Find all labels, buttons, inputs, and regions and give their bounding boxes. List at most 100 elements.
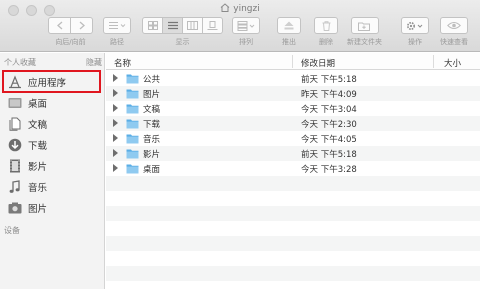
favorites-heading: 个人收藏 [4,58,36,67]
gear-icon [406,21,423,30]
action-label: 操作 [408,38,422,46]
disclosure-triangle-icon[interactable] [113,149,118,157]
file-modified-date: 前天 下午5:18 [301,150,357,160]
eject-icon [284,21,294,30]
modified-column-header[interactable]: 修改日期 [301,57,335,69]
file-name: 文稿 [143,105,161,115]
folder-icon [126,88,139,102]
applications-icon [8,75,22,89]
pictures-icon [8,201,22,215]
file-modified-date: 昨天 下午4:09 [301,90,357,100]
column-divider[interactable] [433,55,434,68]
folder-icon [126,163,139,177]
disclosure-triangle-icon[interactable] [113,119,118,127]
quicklook-label: 快速查看 [440,38,468,46]
file-name: 桌面 [143,165,161,175]
eject-group: 推出 [277,17,301,47]
file-name: 音乐 [143,135,161,145]
action-button[interactable] [401,17,429,34]
name-column-header[interactable]: 名称 [114,57,131,69]
sidebar-item-label: 应用程序 [28,78,67,89]
sidebar-item-label: 桌面 [28,99,48,110]
eject-label: 推出 [282,38,296,46]
table-row[interactable]: 下载 今天 下午2:30 [106,116,480,131]
file-name: 影片 [143,150,161,160]
list-view-button[interactable] [162,17,183,34]
folder-icon [126,118,139,132]
sidebar-item-music[interactable]: 音乐 [8,178,47,196]
desktop-icon [8,96,22,110]
list-icon [167,21,178,30]
folder-icon [126,73,139,87]
action-group: 操作 [401,17,429,47]
delete-group: 删除 [314,17,338,47]
file-modified-date: 今天 下午4:05 [301,135,357,145]
table-row[interactable]: 图片 昨天 下午4:09 [106,86,480,101]
file-modified-date: 今天 下午3:04 [301,105,357,115]
downloads-icon [8,138,22,152]
file-modified-date: 前天 下午5:18 [301,75,357,85]
new-folder-group: 新建文件夹 [347,17,382,47]
window-title: yingzi [0,3,480,15]
sidebar-item-label: 音乐 [28,183,48,194]
back-button[interactable] [48,17,71,34]
cover-flow-button[interactable] [202,17,223,34]
file-name: 图片 [143,90,161,100]
quicklook-button[interactable] [440,17,468,34]
delete-label: 删除 [319,38,333,46]
folder-icon [126,103,139,117]
forward-button[interactable] [70,17,93,34]
path-button[interactable] [103,17,131,34]
disclosure-triangle-icon[interactable] [113,164,118,172]
disclosure-triangle-icon[interactable] [113,104,118,112]
home-folder-icon [220,3,230,15]
columns-icon [187,21,198,30]
column-divider[interactable] [292,55,293,68]
empty-row [106,221,480,236]
hide-favorites-button[interactable]: 隐藏 [86,57,102,68]
chevron-right-icon [79,21,85,30]
folder-icon [126,133,139,147]
new-folder-icon [358,22,370,31]
path-label: 路径 [110,38,124,46]
sidebar-item-label: 图片 [28,204,48,215]
new-folder-label: 新建文件夹 [347,38,382,46]
arrange-button[interactable] [232,17,260,34]
size-column-header[interactable]: 大小 [444,57,461,69]
empty-row [106,206,480,221]
table-row[interactable]: 文稿 今天 下午3:04 [106,101,480,116]
file-modified-date: 今天 下午3:28 [301,165,357,175]
table-row[interactable]: 影片 前天 下午5:18 [106,146,480,161]
column-header: 名称 修改日期 大小 [106,53,480,70]
favorites-header: 个人收藏 隐藏 [4,57,102,68]
sidebar-item-downloads[interactable]: 下载 [8,136,47,154]
view-group: 显示 [142,17,223,47]
disclosure-triangle-icon[interactable] [113,134,118,142]
back-forward-group: 向后/向前 [48,17,93,47]
file-list: 名称 修改日期 大小 公共 前天 下午5:18 图片 昨天 下午4:09 文稿 今天 下午… [106,53,480,289]
table-row[interactable]: 公共 前天 下午5:18 [106,71,480,86]
icon-view-button[interactable] [142,17,163,34]
sidebar: 个人收藏 隐藏 应用程序 桌面 文稿 下载 影片 音乐 图片 设备 [0,53,105,289]
delete-button[interactable] [314,17,338,34]
empty-row [106,176,480,191]
sidebar-item-applications[interactable]: 应用程序 [8,73,66,91]
view-label: 显示 [175,38,190,46]
disclosure-triangle-icon[interactable] [113,74,118,82]
eject-button[interactable] [277,17,301,34]
path-list-icon [109,22,126,29]
disclosure-triangle-icon[interactable] [113,89,118,97]
table-row[interactable]: 音乐 今天 下午4:05 [106,131,480,146]
table-row[interactable]: 桌面 今天 下午3:28 [106,161,480,176]
window-title-text: yingzi [233,4,260,14]
column-view-button[interactable] [182,17,203,34]
sidebar-item-documents[interactable]: 文稿 [8,115,47,133]
arrange-icon [237,20,255,31]
new-folder-button[interactable] [350,17,379,34]
file-name: 下载 [143,120,161,130]
grid-icon [147,21,158,30]
music-icon [8,180,22,194]
sidebar-item-desktop[interactable]: 桌面 [8,94,47,112]
sidebar-item-movies[interactable]: 影片 [8,157,47,175]
sidebar-item-pictures[interactable]: 图片 [8,199,47,217]
